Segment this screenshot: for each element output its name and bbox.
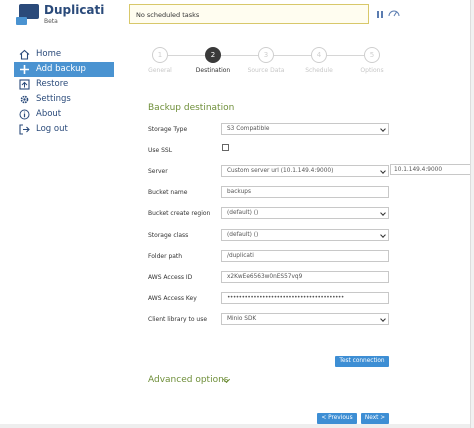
- previous-button[interactable]: < Previous: [317, 413, 357, 424]
- access-id-label: AWS Access ID: [148, 274, 193, 281]
- next-button[interactable]: Next >: [361, 413, 389, 424]
- sidebar-item-label: Log out: [36, 124, 68, 134]
- sidebar-item-settings[interactable]: Settings: [14, 92, 114, 107]
- access-key-input[interactable]: ••••••••••••••••••••••••••••••••••••••••: [221, 292, 389, 304]
- step-label-source-data: Source Data: [247, 67, 285, 74]
- sidebar-item-about[interactable]: About: [14, 107, 114, 122]
- step-schedule[interactable]: 4: [311, 47, 327, 63]
- storage-class-select[interactable]: (default) (): [221, 229, 389, 241]
- top-header: Duplicati Beta No scheduled tasks: [0, 0, 474, 34]
- step-destination[interactable]: 2: [205, 47, 221, 63]
- client-library-label: Client library to use: [148, 316, 208, 323]
- bottom-scrollbar[interactable]: [0, 424, 470, 428]
- restore-icon: [19, 79, 30, 90]
- folder-path-label: Folder path: [148, 253, 183, 260]
- bucket-region-label: Bucket create region: [148, 210, 211, 217]
- step-label-schedule: Schedule: [305, 67, 333, 74]
- bucket-region-select[interactable]: (default) (): [221, 207, 389, 219]
- step-connector: [327, 55, 364, 56]
- throttle-icon[interactable]: [388, 9, 400, 18]
- storage-type-select[interactable]: S3 Compatible: [221, 123, 389, 135]
- server-select[interactable]: Custom server url (10.1.149.4:9000): [221, 165, 389, 177]
- section-title: Backup destination: [148, 103, 235, 113]
- sidebar-nav: Home Add backup Restore Settings About L…: [14, 47, 114, 137]
- step-connector: [168, 55, 206, 56]
- plus-icon: [20, 65, 29, 74]
- step-source-data[interactable]: 3: [258, 47, 274, 63]
- sidebar-item-add-backup[interactable]: Add backup: [14, 62, 114, 77]
- storage-type-label: Storage Type: [148, 126, 188, 133]
- info-icon: [19, 109, 30, 120]
- bucket-name-input[interactable]: backups: [221, 186, 389, 198]
- storage-class-label: Storage class: [148, 232, 189, 239]
- step-label-destination: Destination: [195, 67, 231, 74]
- logout-icon: [19, 124, 30, 135]
- step-label-options: Options: [360, 67, 384, 74]
- server-url-input[interactable]: 10.1.149.4:9000: [390, 164, 474, 175]
- access-id-input[interactable]: x2KwEe6563w0nES57vq9: [221, 271, 389, 283]
- sidebar-item-label: Home: [36, 49, 62, 59]
- step-general[interactable]: 1: [152, 47, 168, 63]
- step-options[interactable]: 5: [364, 47, 380, 63]
- use-ssl-checkbox[interactable]: [222, 144, 229, 151]
- sidebar-item-label: Add backup: [36, 64, 86, 74]
- app-title: Duplicati: [44, 3, 105, 17]
- sidebar-item-logout[interactable]: Log out: [14, 122, 114, 137]
- step-connector: [221, 55, 258, 56]
- sidebar-item-restore[interactable]: Restore: [14, 77, 114, 92]
- client-library-select[interactable]: Minio SDK: [221, 313, 389, 325]
- sidebar-item-label: Settings: [36, 94, 71, 104]
- duplicati-logo-icon: [16, 4, 39, 25]
- app-beta-label: Beta: [44, 18, 58, 25]
- sidebar-item-label: About: [36, 109, 62, 119]
- home-icon: [19, 49, 30, 60]
- scrollbar[interactable]: [470, 0, 474, 428]
- folder-path-input[interactable]: /duplicati: [221, 250, 389, 262]
- test-connection-button[interactable]: Test connection: [335, 356, 389, 367]
- access-key-label: AWS Access Key: [148, 295, 197, 302]
- gear-icon: [20, 95, 29, 104]
- sidebar-item-label: Restore: [36, 79, 69, 89]
- status-text: No scheduled tasks: [136, 11, 200, 19]
- status-bar[interactable]: No scheduled tasks: [129, 4, 369, 24]
- step-connector: [274, 55, 311, 56]
- advanced-options-toggle[interactable]: Advanced options: [148, 375, 228, 385]
- pause-icon[interactable]: [377, 11, 383, 18]
- bucket-name-label: Bucket name: [148, 189, 188, 196]
- sidebar-item-home[interactable]: Home: [14, 47, 114, 62]
- use-ssl-label: Use SSL: [148, 147, 173, 154]
- server-label: Server: [148, 168, 168, 175]
- step-label-general: General: [148, 67, 172, 74]
